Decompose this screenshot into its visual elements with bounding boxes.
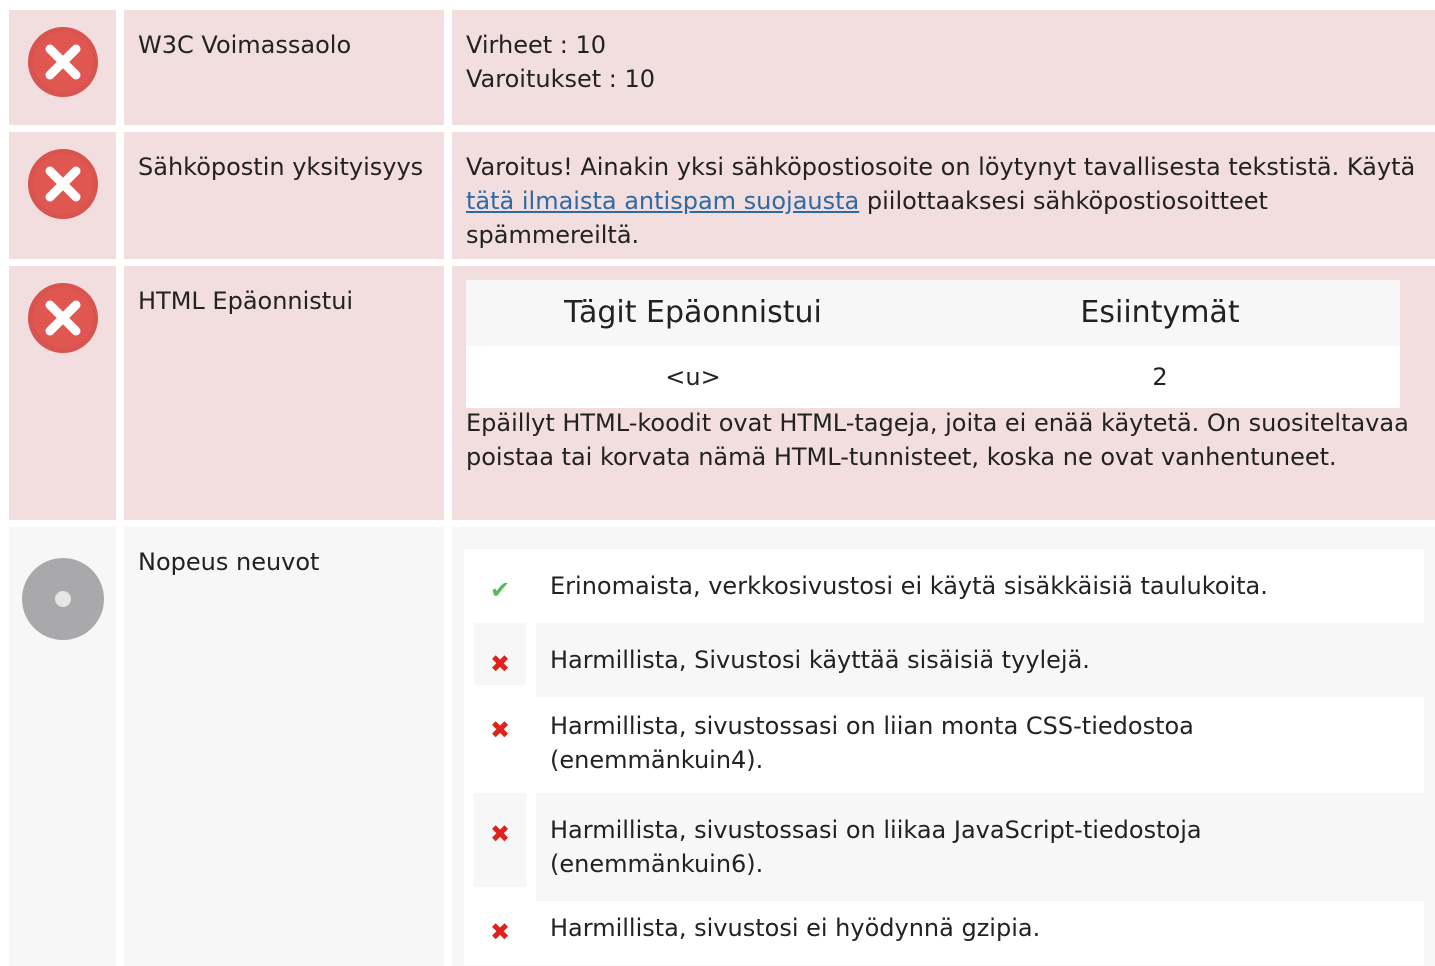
html-failed-label: HTML Epäonnistui bbox=[138, 287, 354, 315]
email-privacy-label: Sähköpostin yksityisyys bbox=[138, 153, 424, 181]
list-item: ✖ Harmillista, sivustossasi on liian mon… bbox=[464, 689, 1424, 789]
table-row: <u> 2 bbox=[466, 346, 1400, 408]
row-body: Varoitus! Ainakin yksi sähköpostiosoite … bbox=[452, 132, 1435, 259]
result-row-speed-tips: Nopeus neuvot ✔ Erinomaista, verkkosivus… bbox=[0, 527, 1435, 966]
speed-tips-list: ✔ Erinomaista, verkkosivustosi ei käytä … bbox=[464, 549, 1424, 965]
status-cell bbox=[9, 527, 116, 966]
tip-text: Harmillista, sivustossasi on liikaa Java… bbox=[536, 793, 1424, 901]
errors-count: Virheet : 10 bbox=[466, 31, 607, 59]
cross-icon: ✖ bbox=[474, 623, 526, 685]
list-item: ✖ Harmillista, sivustosi ei hyödynnä gzi… bbox=[464, 891, 1424, 961]
result-row-html-failed: HTML Epäonnistui Tägit Epäonnistui Esiin… bbox=[0, 266, 1435, 520]
neutral-status-icon bbox=[22, 558, 104, 640]
row-label: Sähköpostin yksityisyys bbox=[124, 132, 444, 259]
tip-text: Harmillista, Sivustosi käyttää sisäisiä … bbox=[536, 623, 1424, 697]
row-label: HTML Epäonnistui bbox=[124, 266, 444, 520]
row-body: Virheet : 10 Varoitukset : 10 bbox=[452, 10, 1435, 125]
row-label: Nopeus neuvot bbox=[124, 527, 444, 966]
w3c-label: W3C Voimassaolo bbox=[138, 31, 352, 59]
failed-tags-table: Tägit Epäonnistui Esiintymät <u> 2 bbox=[466, 280, 1400, 408]
table-header: Tägit Epäonnistui Esiintymät bbox=[466, 280, 1400, 346]
row-body: Tägit Epäonnistui Esiintymät <u> 2 Epäil… bbox=[452, 266, 1435, 520]
status-cell bbox=[9, 266, 116, 520]
status-cell bbox=[9, 132, 116, 259]
list-item: ✖ Harmillista, sivustossasi on liikaa Ja… bbox=[464, 793, 1424, 901]
row-label: W3C Voimassaolo bbox=[124, 10, 444, 125]
antispam-link[interactable]: tätä ilmaista antispam suojausta bbox=[466, 187, 859, 215]
row-body: ✔ Erinomaista, verkkosivustosi ei käytä … bbox=[452, 527, 1435, 966]
tag-cell: <u> bbox=[665, 363, 721, 391]
email-warning-text: Varoitus! Ainakin yksi sähköpostiosoite … bbox=[466, 153, 1416, 181]
error-icon bbox=[28, 149, 98, 219]
result-row-w3c: W3C Voimassaolo Virheet : 10 Varoitukset… bbox=[0, 10, 1435, 125]
tip-text: Harmillista, sivustosi ei hyödynnä gzipi… bbox=[550, 914, 1041, 942]
error-icon bbox=[28, 283, 98, 353]
check-icon: ✔ bbox=[489, 576, 511, 604]
cross-icon: ✖ bbox=[474, 793, 526, 887]
status-cell bbox=[9, 10, 116, 125]
cross-icon: ✖ bbox=[489, 918, 511, 946]
column-header-tags: Tägit Epäonnistui bbox=[564, 295, 822, 330]
speed-tips-label: Nopeus neuvot bbox=[138, 548, 320, 576]
tip-text: Harmillista, sivustossasi on liian monta… bbox=[550, 712, 1194, 774]
column-header-occurrences: Esiintymät bbox=[1080, 295, 1240, 330]
warnings-count: Varoitukset : 10 bbox=[466, 65, 656, 93]
occurrence-cell: 2 bbox=[1152, 363, 1168, 391]
result-row-email-privacy: Sähköpostin yksityisyys Varoitus! Ainaki… bbox=[0, 132, 1435, 259]
tip-text: Erinomaista, verkkosivustosi ei käytä si… bbox=[550, 572, 1268, 600]
cross-icon: ✖ bbox=[489, 716, 511, 744]
list-item: ✖ Harmillista, Sivustosi käyttää sisäisi… bbox=[464, 623, 1424, 697]
list-item: ✔ Erinomaista, verkkosivustosi ei käytä … bbox=[464, 549, 1424, 619]
error-icon bbox=[28, 27, 98, 97]
html-failed-note: Epäillyt HTML-koodit ovat HTML-tageja, j… bbox=[466, 409, 1409, 471]
